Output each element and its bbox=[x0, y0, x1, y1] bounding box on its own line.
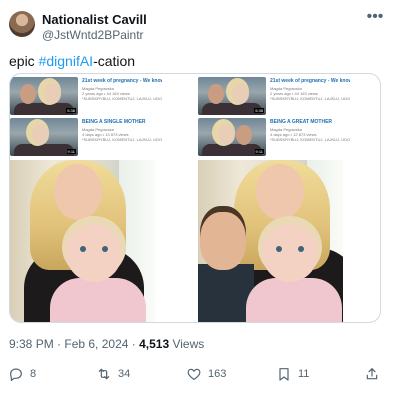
media-attachment[interactable]: 5:38 21st week of pregnancy - We know th… bbox=[9, 73, 381, 323]
family-photo-right bbox=[198, 160, 343, 322]
video-description: *SUBSKRYBUJ, KOMENTUJ, LAJKUJ, UDOSTĘPNI… bbox=[82, 137, 162, 142]
bookmark-icon bbox=[279, 368, 289, 381]
like-count: 163 bbox=[208, 368, 227, 380]
video-result: 5:38 21st week of pregnancy - We know th… bbox=[10, 77, 162, 115]
tweet: Nationalist Cavill @JstWntd2BPaintr ••• … bbox=[0, 0, 400, 393]
hashtag-link[interactable]: #dignifAI bbox=[39, 53, 93, 69]
video-thumbnail: 9:11 bbox=[10, 118, 78, 156]
video-title: 21st week of pregnancy - We know the bab… bbox=[270, 78, 350, 84]
author-display-name[interactable]: Nationalist Cavill bbox=[42, 12, 147, 27]
share-button[interactable] bbox=[364, 363, 380, 385]
author-handle[interactable]: @JstWntd2BPaintr bbox=[42, 28, 144, 42]
avatar[interactable] bbox=[9, 11, 35, 37]
video-title: 21st week of pregnancy - We know the bab… bbox=[82, 78, 162, 84]
tweet-date[interactable]: Feb 6, 2024 bbox=[64, 337, 128, 351]
video-description: *SUBSKRYBUJ, KOMENTUJ, LAJKUJ, UDOSTĘPNI… bbox=[270, 137, 350, 142]
retweet-icon bbox=[98, 368, 110, 380]
reply-icon bbox=[10, 368, 22, 381]
video-title: BEING A GREAT MOTHER bbox=[270, 119, 333, 125]
video-thumbnail: 9:11 bbox=[198, 118, 266, 156]
share-icon bbox=[366, 368, 378, 380]
video-result: 9:11 BEING A GREAT MOTHER Magda Pegowska… bbox=[198, 118, 350, 156]
reply-button[interactable]: 8 bbox=[8, 363, 36, 385]
bookmark-count: 11 bbox=[298, 368, 310, 380]
tweet-text-before: epic bbox=[9, 53, 39, 69]
video-result: 9:11 BEING A SINGLE MOTHER Magda Pegowsk… bbox=[10, 118, 162, 156]
timestamp-separator: · bbox=[53, 337, 65, 351]
tweet-time[interactable]: 9:38 PM bbox=[9, 337, 54, 351]
tweet-text-after: -cation bbox=[93, 53, 136, 69]
media-image-right[interactable]: 5:38 21st week of pregnancy - We know th… bbox=[198, 74, 350, 322]
video-description: *SUBSKRYBUJ, KOMENTUJ, LAJKUJ, UDOSTĘPNI… bbox=[82, 96, 162, 101]
timestamp-separator: · bbox=[128, 337, 140, 351]
video-duration: 9:11 bbox=[254, 149, 264, 154]
bookmark-button[interactable]: 11 bbox=[276, 363, 309, 385]
video-title: BEING A SINGLE MOTHER bbox=[82, 119, 146, 125]
tweet-timestamp: 9:38 PM · Feb 6, 2024 · 4,513 Views bbox=[9, 337, 204, 351]
retweet-count: 34 bbox=[118, 368, 131, 380]
video-thumbnail: 5:38 bbox=[198, 77, 266, 115]
more-icon[interactable]: ••• bbox=[364, 9, 386, 29]
tweet-text: epic #dignifAI-cation bbox=[9, 52, 135, 70]
video-thumbnail: 5:38 bbox=[10, 77, 78, 115]
video-duration: 9:11 bbox=[66, 149, 76, 154]
video-result: 5:38 21st week of pregnancy - We know th… bbox=[198, 77, 350, 115]
reply-count: 8 bbox=[30, 368, 37, 380]
media-image-left[interactable]: 5:38 21st week of pregnancy - We know th… bbox=[10, 74, 162, 322]
family-photo-left bbox=[10, 160, 155, 322]
action-bar: 8 34 163 11 bbox=[0, 363, 400, 387]
video-duration: 5:38 bbox=[254, 108, 264, 113]
like-button[interactable]: 163 bbox=[186, 363, 226, 385]
views-label: Views bbox=[169, 337, 205, 351]
retweet-button[interactable]: 34 bbox=[96, 363, 130, 385]
video-description: *SUBSKRYBUJ, KOMENTUJ, LAJKUJ, UDOSTĘPNI… bbox=[270, 96, 350, 101]
like-icon bbox=[187, 368, 201, 380]
view-count: 4,513 bbox=[139, 337, 170, 351]
video-duration: 5:38 bbox=[66, 108, 76, 113]
